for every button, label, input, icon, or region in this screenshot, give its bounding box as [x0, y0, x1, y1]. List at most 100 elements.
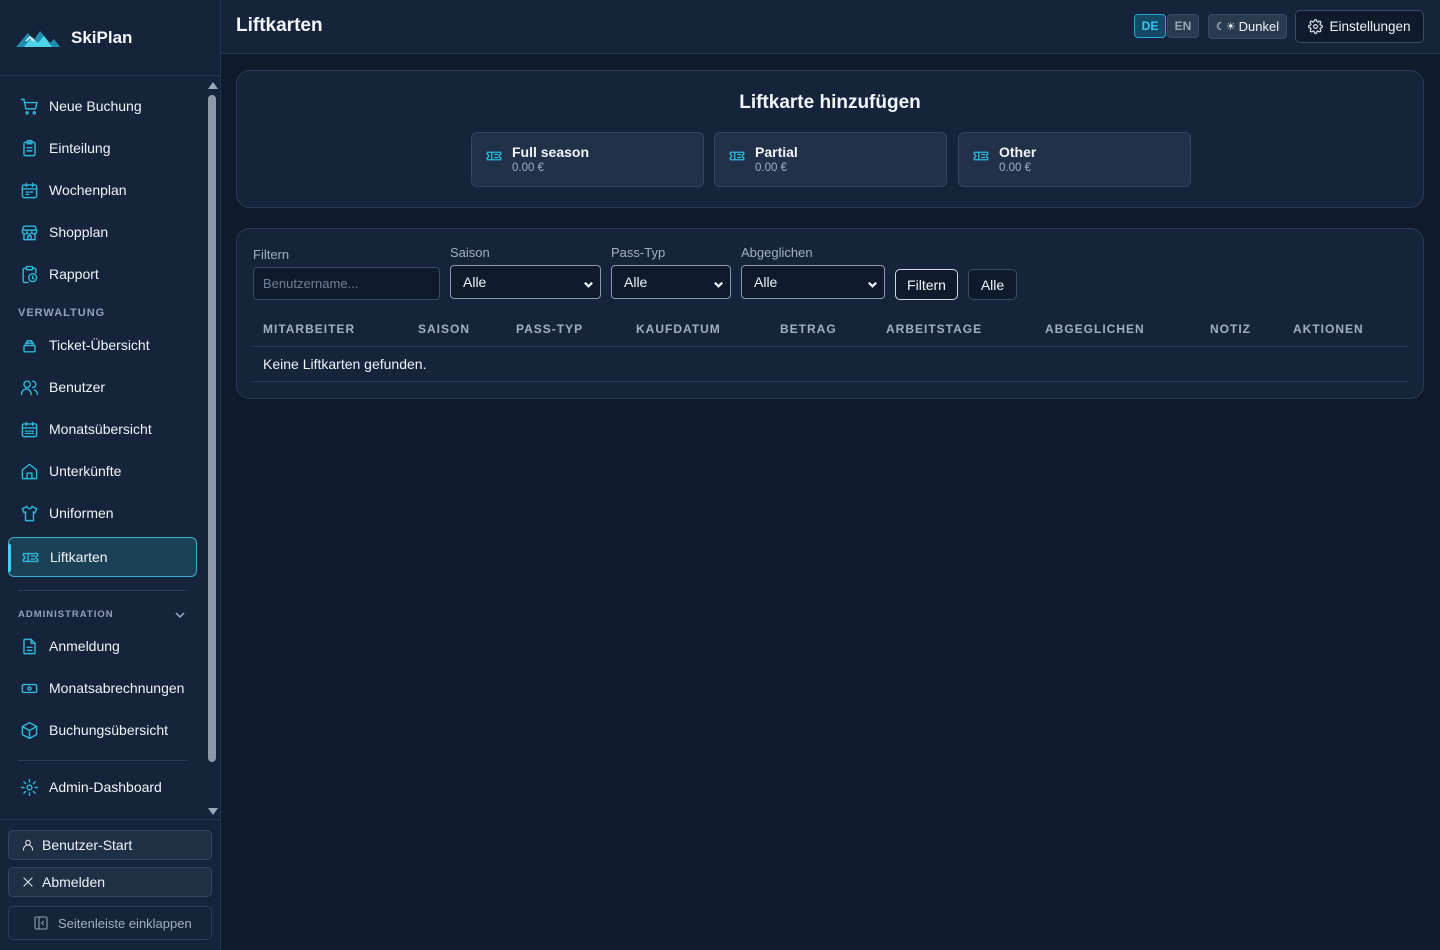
- logout-button[interactable]: Abmelden: [8, 867, 212, 897]
- add-liftpass-title: Liftkarte hinzufügen: [739, 92, 921, 113]
- column-header[interactable]: KAUFDATUM: [636, 322, 721, 336]
- column-header[interactable]: NOTIZ: [1210, 322, 1251, 336]
- liftpass-list-card: Filtern Saison Alle Pass-Typ Alle Abgegl…: [236, 228, 1424, 399]
- sidebar-footer: Benutzer-Start Abmelden Seitenleiste ein…: [0, 819, 221, 950]
- pass-option-partial[interactable]: Partial 0.00 €: [714, 132, 947, 187]
- scroll-up-arrow-icon[interactable]: [208, 82, 218, 89]
- sidebar-item-monatsuebersicht[interactable]: Monatsübersicht: [8, 409, 197, 449]
- saison-select[interactable]: Alle: [450, 265, 601, 299]
- sidebar-item-rapport[interactable]: Rapport: [8, 254, 197, 294]
- ticket-icon: [972, 147, 990, 165]
- gear-icon: [1308, 19, 1324, 34]
- sidebar-item-label: Liftkarten: [50, 549, 108, 565]
- sidebar-divider: [18, 590, 187, 591]
- sidebar-item-liftkarten[interactable]: Liftkarten: [8, 537, 197, 577]
- sidebar-item-label: Neue Buchung: [49, 98, 142, 114]
- pass-type-select[interactable]: Alle: [611, 265, 731, 299]
- scrollbar-thumb[interactable]: [208, 95, 216, 762]
- sidebar-item-label: Monatsübersicht: [49, 421, 152, 437]
- settings-button[interactable]: Einstellungen: [1295, 10, 1424, 43]
- pass-type-select-value: Alle: [624, 274, 648, 290]
- document-icon: [19, 636, 39, 656]
- banknote-icon: [19, 678, 39, 698]
- topbar: Liftkarten DE EN ☾☀ Dunkel Einstellungen: [221, 0, 1440, 54]
- sidebar-item-monatsabrechnungen[interactable]: Monatsabrechnungen: [8, 668, 197, 708]
- abgeglichen-select-value: Alle: [754, 274, 778, 290]
- user-start-label: Benutzer-Start: [42, 837, 133, 853]
- lang-en-button[interactable]: EN: [1167, 14, 1199, 38]
- column-header[interactable]: AKTIONEN: [1293, 322, 1364, 336]
- stack-icon: [19, 335, 39, 355]
- clipboard-icon: [19, 138, 39, 158]
- gear-icon: [19, 777, 39, 797]
- clipboard-clock-icon: [19, 264, 39, 284]
- column-header[interactable]: MITARBEITER: [263, 322, 355, 336]
- column-header[interactable]: PASS-TYP: [516, 322, 583, 336]
- username-filter-input[interactable]: [253, 267, 440, 300]
- page-title: Liftkarten: [236, 15, 323, 36]
- user-icon: [21, 838, 35, 852]
- pass-option-name: Partial: [755, 144, 798, 160]
- add-liftpass-card: Liftkarte hinzufügen Full season 0.00 € …: [236, 70, 1424, 208]
- chevron-down-icon: [713, 277, 724, 288]
- users-icon: [19, 377, 39, 397]
- pass-option-price: 0.00 €: [999, 162, 1031, 174]
- sidebar-collapse-icon: [33, 915, 49, 931]
- calendar-icon: [19, 180, 39, 200]
- sidebar-item-ticket-uebersicht[interactable]: Ticket-Übersicht: [8, 325, 197, 365]
- saison-label: Saison: [450, 245, 490, 260]
- section-title-verwaltung: VERWALTUNG: [18, 307, 106, 319]
- pass-option-other[interactable]: Other 0.00 €: [958, 132, 1191, 187]
- sidebar-item-label: Uniformen: [49, 505, 114, 521]
- pass-type-label: Pass-Typ: [611, 245, 666, 260]
- settings-label: Einstellungen: [1329, 19, 1411, 34]
- sidebar-item-label: Benutzer: [49, 379, 106, 395]
- theme-toggle-button[interactable]: ☾☀ Dunkel: [1208, 14, 1287, 39]
- section-title-administration[interactable]: ADMINISTRATION: [18, 609, 114, 620]
- pass-option-full-season[interactable]: Full season 0.00 €: [471, 132, 704, 187]
- sidebar-item-label: Rapport: [49, 266, 99, 282]
- ticket-icon: [728, 147, 746, 165]
- box-icon: [19, 720, 39, 740]
- sidebar-item-admin-dashboard[interactable]: Admin-Dashboard: [8, 767, 197, 807]
- column-header[interactable]: BETRAG: [780, 322, 837, 336]
- theme-label: Dunkel: [1238, 19, 1280, 34]
- show-all-button[interactable]: Alle: [968, 269, 1017, 300]
- sidebar-item-label: Monatsabrechnungen: [49, 680, 185, 696]
- sidebar-item-shopplan[interactable]: Shopplan: [8, 212, 197, 252]
- sidebar-item-anmeldung[interactable]: Anmeldung: [8, 626, 197, 666]
- lang-de-button[interactable]: DE: [1134, 14, 1166, 38]
- table-header: MITARBEITER SAISON PASS-TYP KAUFDATUM BE…: [253, 313, 1408, 347]
- scroll-down-arrow-icon[interactable]: [208, 808, 218, 815]
- table-empty-row: Keine Liftkarten gefunden.: [253, 347, 1408, 382]
- close-icon: [21, 875, 35, 889]
- user-start-button[interactable]: Benutzer-Start: [8, 830, 212, 860]
- sidebar-item-buchungsuebersicht[interactable]: Buchungsübersicht: [8, 710, 197, 750]
- mountain-logo-icon: [16, 30, 60, 47]
- sidebar-item-neue-buchung[interactable]: Neue Buchung: [8, 86, 197, 126]
- column-header[interactable]: ABGEGLICHEN: [1045, 322, 1145, 336]
- sidebar-item-uniformen[interactable]: Uniformen: [8, 493, 197, 533]
- store-icon: [19, 222, 39, 242]
- column-header[interactable]: SAISON: [418, 322, 470, 336]
- theme-icon: ☾☀: [1215, 21, 1236, 33]
- sidebar-item-label: Admin-Dashboard: [49, 779, 162, 795]
- sidebar-scrollbar[interactable]: [205, 77, 220, 819]
- sidebar-item-benutzer[interactable]: Benutzer: [8, 367, 197, 407]
- sidebar-item-einteilung[interactable]: Einteilung: [8, 128, 197, 168]
- abgeglichen-select[interactable]: Alle: [741, 265, 885, 299]
- ticket-icon: [20, 547, 40, 567]
- sidebar-item-label: Unterkünfte: [49, 463, 122, 479]
- collapse-label: Seitenleiste einklappen: [58, 915, 192, 931]
- sidebar-item-label: Shopplan: [49, 224, 109, 240]
- sidebar-item-wochenplan[interactable]: Wochenplan: [8, 170, 197, 210]
- filter-button[interactable]: Filtern: [895, 269, 958, 300]
- abgeglichen-label: Abgeglichen: [741, 245, 813, 260]
- app-name: SkiPlan: [71, 27, 133, 47]
- collapse-sidebar-button[interactable]: Seitenleiste einklappen: [8, 906, 212, 940]
- sidebar-item-unterkuenfte[interactable]: Unterkünfte: [8, 451, 197, 491]
- chevron-down-icon[interactable]: [174, 609, 186, 621]
- brand[interactable]: SkiPlan: [0, 0, 220, 76]
- column-header[interactable]: ARBEITSTAGE: [886, 322, 982, 336]
- empty-state-text: Keine Liftkarten gefunden.: [263, 356, 427, 372]
